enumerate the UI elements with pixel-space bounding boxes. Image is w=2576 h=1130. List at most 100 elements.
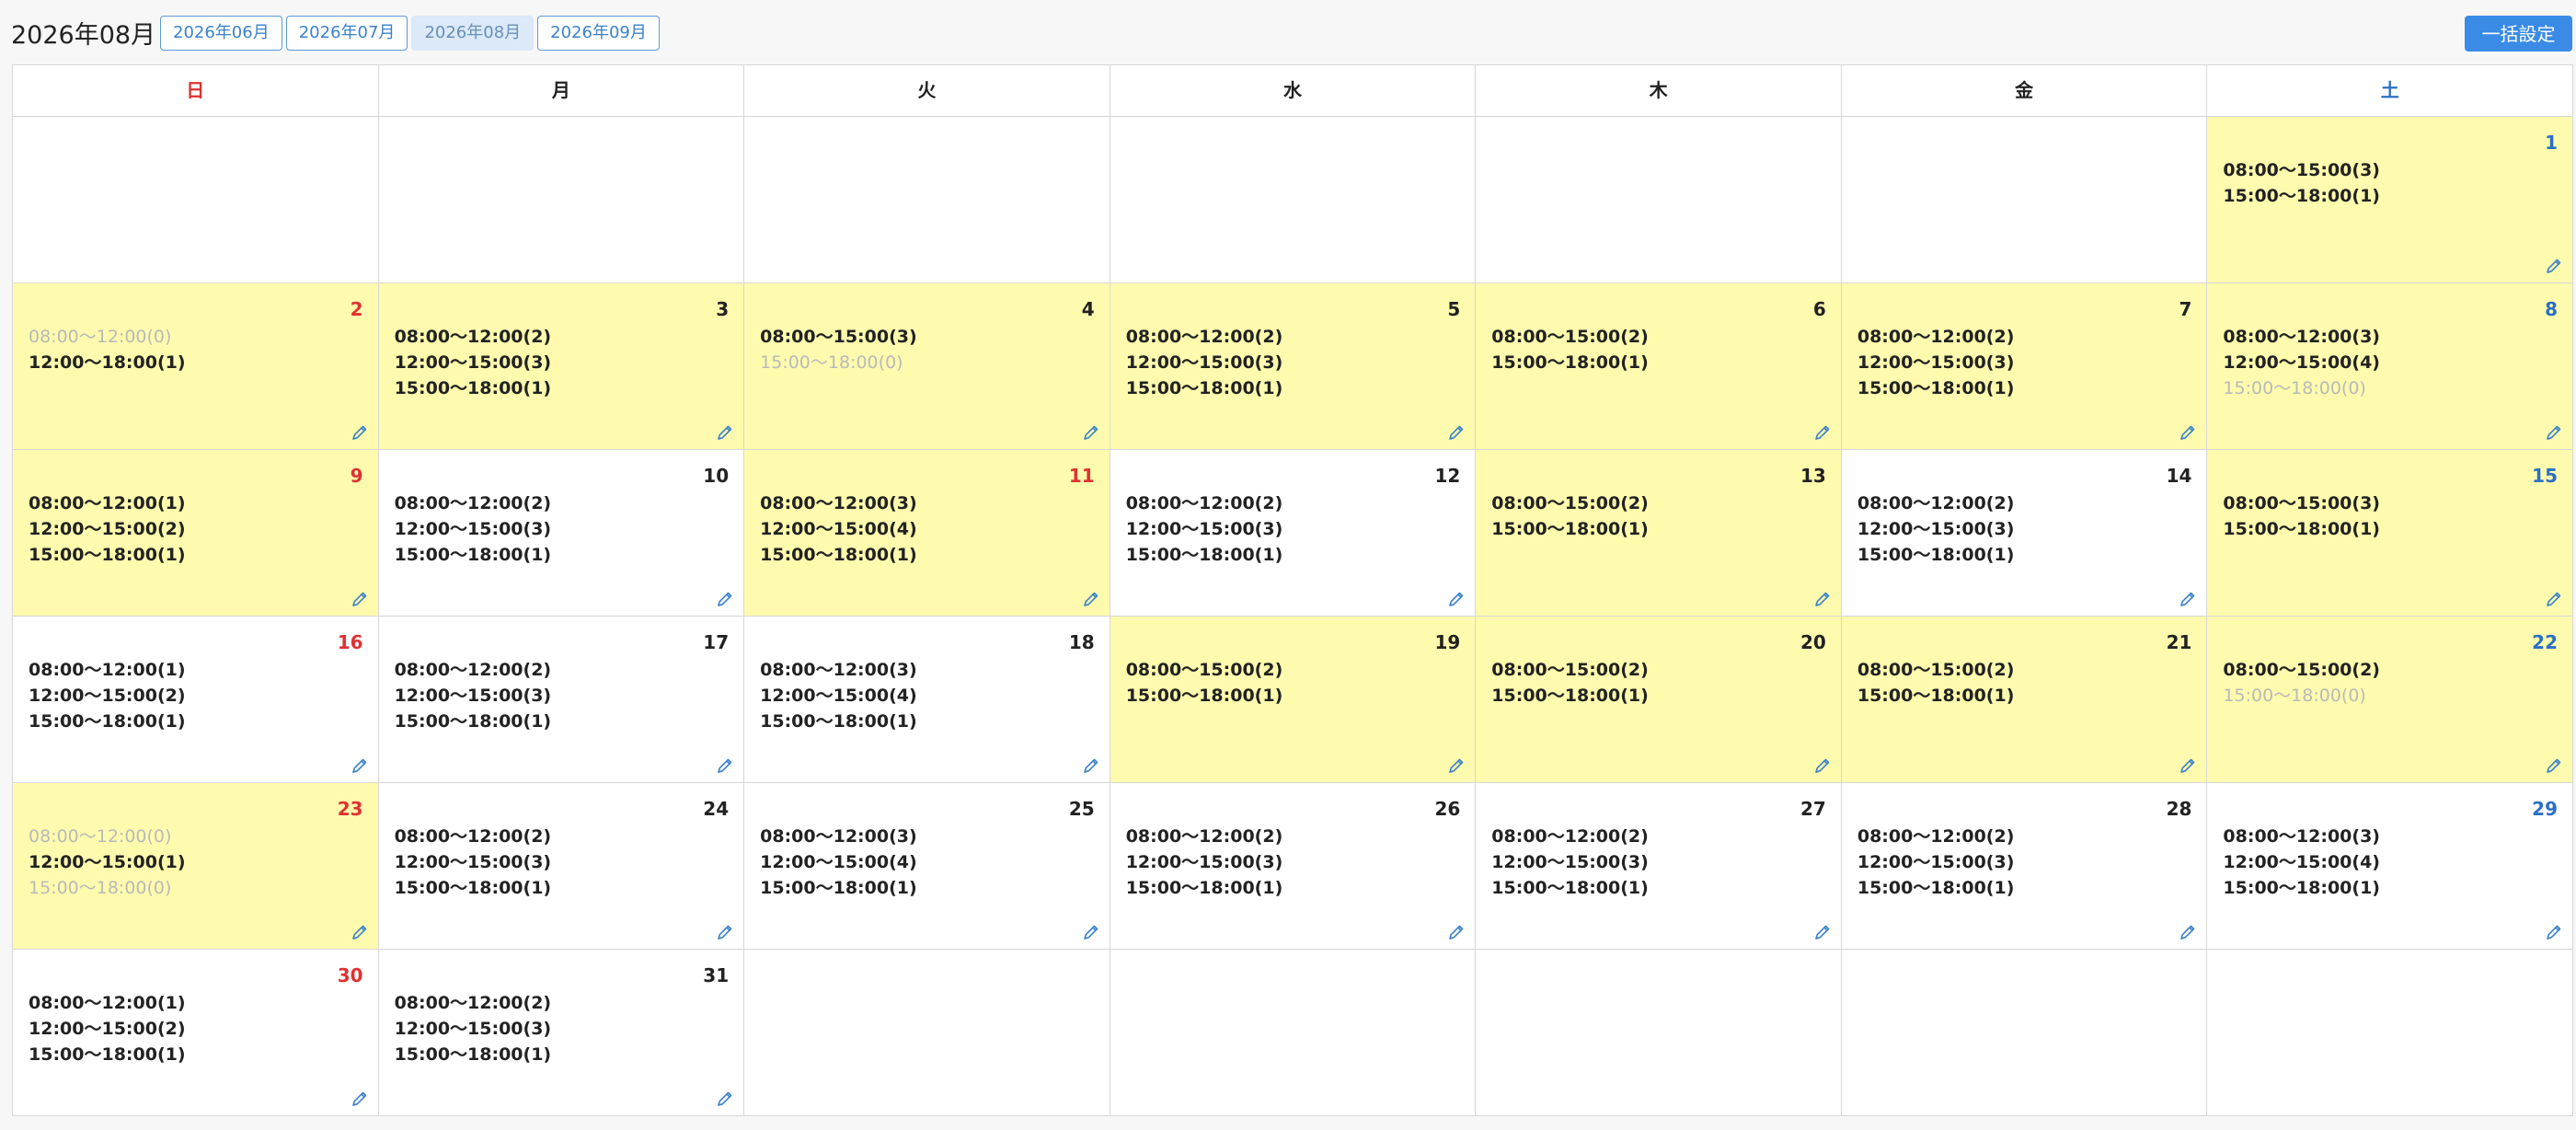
time-slot: 12:00〜15:00(3): [394, 519, 552, 539]
pencil-icon[interactable]: [716, 756, 734, 775]
time-slot: 12:00〜15:00(3): [394, 852, 552, 872]
pencil-icon[interactable]: [1447, 756, 1466, 775]
pencil-icon[interactable]: [1082, 756, 1100, 775]
pencil-icon[interactable]: [1082, 923, 1100, 941]
time-slot: 12:00〜15:00(3): [1491, 852, 1649, 872]
pencil-icon[interactable]: [2179, 423, 2197, 442]
time-slot: 08:00〜12:00(2): [1857, 327, 2015, 347]
day-number: 30: [337, 964, 363, 986]
time-slot: 15:00〜18:00(0): [2223, 378, 2366, 398]
pencil-icon[interactable]: [1813, 423, 1832, 442]
calendar-day-cell: 21 08:00〜15:00(2) 15:00〜18:00(1): [1841, 617, 2208, 783]
pencil-icon[interactable]: [1813, 590, 1832, 608]
time-slot-list: 08:00〜12:00(3) 12:00〜15:00(4) 15:00〜18:00(…: [760, 490, 917, 568]
time-slot-list: 08:00〜12:00(2) 12:00〜15:00(3) 15:00〜18:00(…: [1857, 324, 2015, 401]
pencil-icon[interactable]: [1082, 423, 1100, 442]
day-number: 7: [2179, 298, 2192, 320]
month-tab-2026-07[interactable]: 2026年07月: [285, 16, 408, 51]
calendar-day-cell: 7 08:00〜12:00(2) 12:00〜15:00(3) 15:00〜18:00…: [1841, 283, 2208, 450]
pencil-icon[interactable]: [1082, 590, 1100, 608]
time-slot-list: 08:00〜12:00(3) 12:00〜15:00(4) 15:00〜18:00(…: [760, 657, 917, 734]
pencil-icon[interactable]: [716, 923, 734, 941]
time-slot: 08:00〜15:00(2): [1491, 327, 1649, 347]
month-tab-2026-08[interactable]: 2026年08月: [411, 16, 535, 51]
toolbar: 2026年08月 2026年06月 2026年07月 2026年08月 2026…: [0, 0, 2576, 64]
day-number: 10: [703, 465, 730, 487]
day-number: 20: [1800, 631, 1826, 653]
pencil-icon[interactable]: [351, 923, 369, 941]
pencil-icon[interactable]: [1813, 923, 1832, 941]
calendar-empty-cell: [1841, 117, 2208, 283]
pencil-icon[interactable]: [1813, 756, 1832, 775]
calendar-day-cell: 23 08:00〜12:00(0) 12:00〜15:00(1) 15:00〜18:0…: [13, 783, 379, 950]
pencil-icon[interactable]: [2179, 756, 2197, 775]
bulk-settings-button[interactable]: 一括設定: [2465, 16, 2572, 52]
time-slot: 15:00〜18:00(0): [29, 878, 172, 898]
pencil-icon[interactable]: [1447, 923, 1466, 941]
day-number: 27: [1800, 798, 1826, 820]
time-slot: 15:00〜18:00(1): [1491, 878, 1649, 898]
day-number: 29: [2532, 798, 2558, 820]
calendar-day-cell: 24 08:00〜12:00(2) 12:00〜15:00(3) 15:00〜18:0…: [378, 783, 745, 950]
time-slot-list: 08:00〜12:00(2) 12:00〜15:00(3) 15:00〜18:00(…: [1491, 824, 1649, 901]
pencil-icon[interactable]: [716, 423, 734, 442]
calendar-day-cell: 4 08:00〜15:00(3) 15:00〜18:00(0): [744, 283, 1110, 450]
pencil-icon[interactable]: [1447, 423, 1466, 442]
calendar-day-cell: 28 08:00〜12:00(2) 12:00〜15:00(3) 15:00〜18:0…: [1841, 783, 2208, 950]
weekday-wed: 水: [1110, 65, 1477, 117]
pencil-icon[interactable]: [351, 590, 369, 608]
pencil-icon[interactable]: [2545, 923, 2563, 941]
time-slot: 08:00〜12:00(2): [1125, 327, 1283, 347]
time-slot: 08:00〜12:00(2): [1857, 826, 2015, 847]
time-slot: 15:00〜18:00(1): [394, 1044, 552, 1065]
time-slot: 12:00〜15:00(3): [1857, 852, 2015, 872]
time-slot: 15:00〜18:00(1): [1491, 519, 1649, 539]
time-slot-list: 08:00〜12:00(3) 12:00〜15:00(4) 15:00〜18:00(…: [2223, 324, 2380, 401]
time-slot-list: 08:00〜12:00(0) 12:00〜15:00(1) 15:00〜18:00(…: [29, 824, 186, 901]
calendar-day-cell: 14 08:00〜12:00(2) 12:00〜15:00(3) 15:00〜18:0…: [1841, 450, 2208, 617]
time-slot: 15:00〜18:00(1): [1491, 686, 1649, 706]
time-slot: 08:00〜12:00(3): [2223, 327, 2380, 347]
pencil-icon[interactable]: [716, 590, 734, 608]
time-slot: 15:00〜18:00(0): [760, 352, 903, 373]
time-slot-list: 08:00〜15:00(2) 15:00〜18:00(1): [1491, 324, 1649, 375]
pencil-icon[interactable]: [2545, 590, 2563, 608]
pencil-icon[interactable]: [351, 1090, 369, 1108]
calendar-empty-cell: [13, 117, 379, 283]
pencil-icon[interactable]: [2179, 923, 2197, 941]
time-slot: 08:00〜12:00(1): [29, 493, 186, 513]
time-slot: 08:00〜12:00(0): [29, 826, 172, 847]
calendar-day-cell: 12 08:00〜12:00(2) 12:00〜15:00(3) 15:00〜18:0…: [1110, 450, 1477, 617]
time-slot: 12:00〜15:00(3): [1125, 519, 1283, 539]
time-slot: 12:00〜15:00(4): [760, 519, 917, 539]
calendar-empty-cell: [1476, 117, 1842, 283]
time-slot: 08:00〜12:00(1): [29, 993, 186, 1013]
time-slot: 08:00〜15:00(2): [1491, 493, 1649, 513]
day-number: 21: [2166, 631, 2192, 653]
weekday-sun: 日: [13, 65, 379, 117]
pencil-icon[interactable]: [351, 756, 369, 775]
time-slot: 08:00〜12:00(2): [394, 493, 552, 513]
time-slot: 12:00〜15:00(1): [29, 852, 186, 872]
time-slot: 08:00〜12:00(2): [1125, 493, 1283, 513]
pencil-icon[interactable]: [2545, 756, 2563, 775]
calendar-day-cell: 31 08:00〜12:00(2) 12:00〜15:00(3) 15:00〜18:0…: [378, 950, 745, 1116]
pencil-icon[interactable]: [716, 1090, 734, 1108]
pencil-icon[interactable]: [1447, 590, 1466, 608]
pencil-icon[interactable]: [2545, 423, 2563, 442]
time-slot: 15:00〜18:00(0): [2223, 686, 2366, 706]
time-slot-list: 08:00〜15:00(2) 15:00〜18:00(1): [1491, 657, 1649, 709]
calendar-day-cell: 26 08:00〜12:00(2) 12:00〜15:00(3) 15:00〜18:0…: [1110, 783, 1477, 950]
time-slot: 12:00〜15:00(3): [1857, 519, 2015, 539]
calendar-day-cell: 17 08:00〜12:00(2) 12:00〜15:00(3) 15:00〜18:0…: [378, 617, 745, 783]
day-number: 14: [2166, 465, 2192, 487]
weekday-sat: 土: [2207, 65, 2573, 117]
month-tab-2026-06[interactable]: 2026年06月: [160, 16, 282, 51]
calendar-day-cell: 16 08:00〜12:00(1) 12:00〜15:00(2) 15:00〜18:0…: [13, 617, 379, 783]
time-slot-list: 08:00〜12:00(1) 12:00〜15:00(2) 15:00〜18:00(…: [29, 990, 186, 1067]
day-number: 23: [337, 798, 363, 820]
pencil-icon[interactable]: [351, 423, 369, 442]
pencil-icon[interactable]: [2179, 590, 2197, 608]
pencil-icon[interactable]: [2545, 257, 2563, 275]
month-tab-2026-09[interactable]: 2026年09月: [537, 16, 660, 51]
